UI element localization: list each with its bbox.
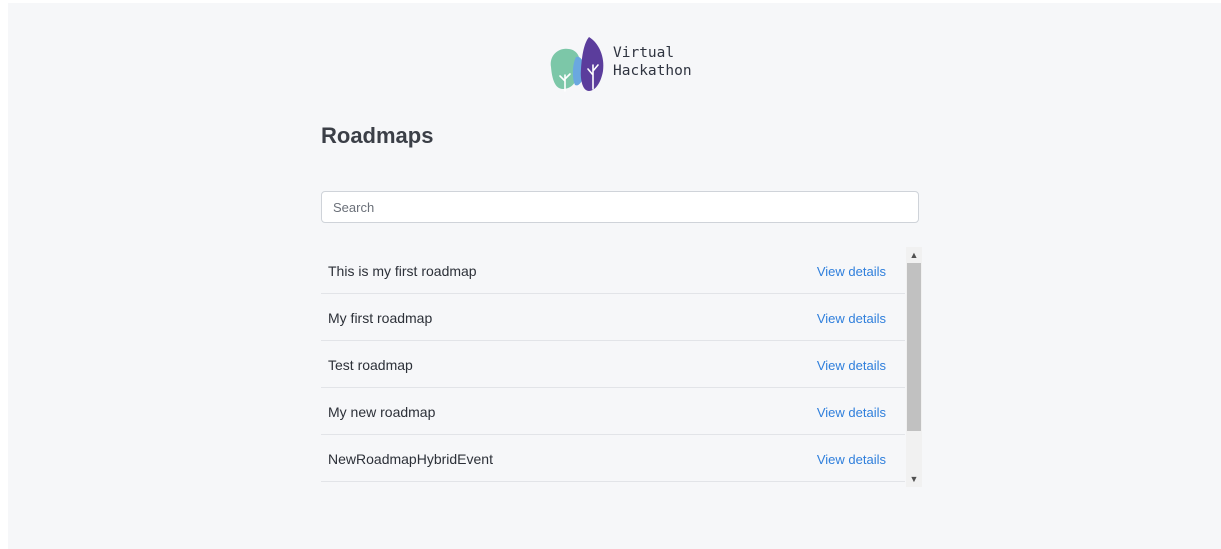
roadmap-name: NewRoadmapHybridEvent bbox=[328, 451, 493, 467]
view-details-link[interactable]: View details bbox=[817, 452, 886, 467]
chevron-up-icon[interactable]: ▲ bbox=[906, 247, 922, 263]
tree-logo-icon bbox=[550, 37, 604, 92]
view-details-link[interactable]: View details bbox=[817, 311, 886, 326]
list-item: This is my first roadmap View details bbox=[321, 247, 905, 294]
brand-line-1: Virtual bbox=[613, 45, 675, 61]
brand-logo[interactable]: Virtual Hackathon bbox=[543, 35, 723, 97]
search-input[interactable] bbox=[321, 191, 919, 223]
page-title: Roadmaps bbox=[321, 123, 434, 148]
view-details-link[interactable]: View details bbox=[817, 405, 886, 420]
roadmap-name: This is my first roadmap bbox=[328, 263, 477, 279]
view-details-link[interactable]: View details bbox=[817, 264, 886, 279]
brand-name: Virtual Hackathon bbox=[613, 44, 692, 80]
view-details-link[interactable]: View details bbox=[817, 358, 886, 373]
list-item: My first roadmap View details bbox=[321, 294, 905, 341]
roadmap-name: My new roadmap bbox=[328, 404, 436, 420]
roadmap-name: Test roadmap bbox=[328, 357, 413, 373]
page-container: Virtual Hackathon Roadmaps This is my fi… bbox=[8, 3, 1221, 549]
scrollbar-thumb[interactable] bbox=[907, 263, 921, 431]
roadmap-list-container: This is my first roadmap View details My… bbox=[321, 247, 922, 487]
roadmap-name: My first roadmap bbox=[328, 310, 433, 326]
list-item: Test roadmap View details bbox=[321, 341, 905, 388]
list-item: My new roadmap View details bbox=[321, 388, 905, 435]
roadmap-list: This is my first roadmap View details My… bbox=[321, 247, 905, 482]
list-item: NewRoadmapHybridEvent View details bbox=[321, 435, 905, 482]
list-scrollbar[interactable]: ▲ ▼ bbox=[906, 247, 922, 487]
chevron-down-icon[interactable]: ▼ bbox=[906, 471, 922, 487]
brand-line-2: Hackathon bbox=[613, 63, 692, 79]
